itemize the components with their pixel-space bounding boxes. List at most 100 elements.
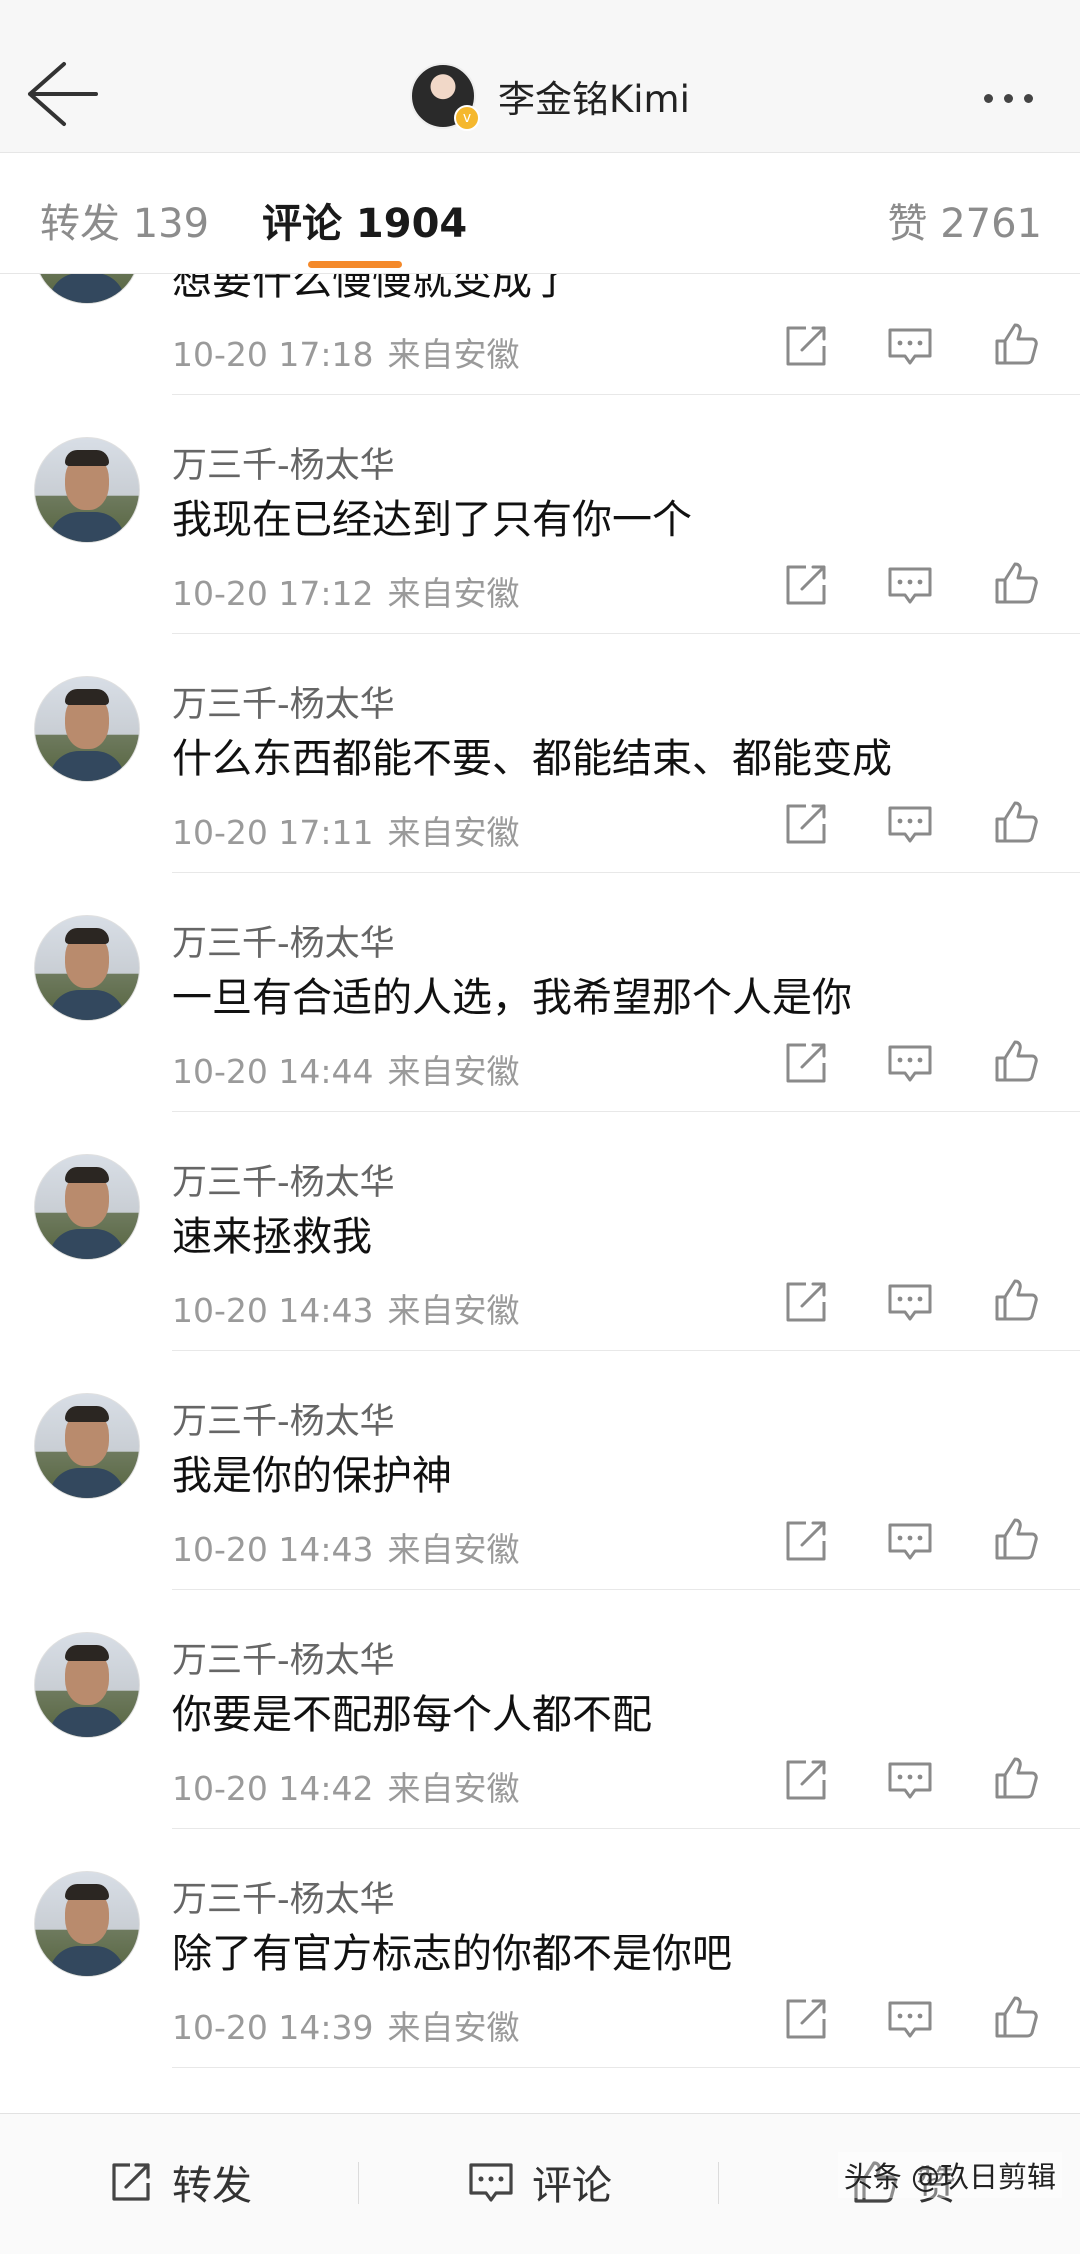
top-nav-bar: v 李金铭Kimi	[0, 0, 1080, 153]
more-dots-icon	[984, 94, 993, 103]
comment-reply-button[interactable]	[886, 1517, 934, 1565]
tab-comments[interactable]: 评论 1904	[262, 191, 467, 249]
comment-source: 来自安徽	[387, 2008, 520, 2047]
commenter-name[interactable]: 万三千-杨太华	[172, 1632, 395, 1683]
comment-text: 除了有官方标志的你都不是你吧	[172, 1931, 732, 1977]
verified-badge: v	[454, 105, 480, 131]
tab-repost[interactable]: 转发 139	[40, 191, 209, 249]
commenter-name[interactable]: 万三千-杨太华	[172, 915, 395, 966]
comment-like-button[interactable]	[992, 1515, 1040, 1563]
commenter-avatar[interactable]	[34, 1154, 140, 1260]
share-icon	[786, 565, 826, 605]
comment-reply-button[interactable]	[886, 322, 934, 370]
avatar-hair	[65, 450, 109, 466]
comment-like-button[interactable]	[992, 798, 1040, 846]
comment-meta: 10-20 14:42 来自安徽	[172, 1762, 519, 1810]
comment-icon	[888, 328, 932, 365]
share-icon	[786, 326, 826, 366]
comment-item[interactable]: 万三千-杨太华我是你的保护神 10-20 14:43 来自安徽	[0, 1351, 1080, 1590]
comment-share-button[interactable]	[782, 1278, 830, 1326]
comment-icon	[888, 1523, 932, 1560]
comment-item[interactable]: 万三千-杨太华 我现在已经达到了只有你一个 10-20 17:12 来自安徽	[0, 395, 1080, 634]
post-author[interactable]: v 李金铭Kimi	[410, 60, 690, 132]
comment-share-button[interactable]	[782, 1756, 830, 1804]
comment-source: 来自安徽	[387, 813, 520, 852]
thumbs-up-icon	[995, 1996, 1038, 2038]
commenter-name[interactable]: 万三千-杨太华	[172, 1871, 395, 1922]
comment-source: 来自安徽	[387, 1530, 520, 1569]
comment-reply-button[interactable]	[886, 1756, 934, 1804]
comment-share-button[interactable]	[782, 1995, 830, 2043]
repost-button[interactable]: 转发	[106, 2152, 252, 2212]
comment-icon	[888, 2001, 932, 2038]
comment-reply-button[interactable]	[886, 800, 934, 848]
comment-text: 速来拯救我	[172, 1214, 372, 1260]
comment-item[interactable]: 想要什么慢慢就变成了 10-20 17:18 来自安徽	[0, 274, 1080, 395]
comment-icon	[888, 1284, 932, 1321]
more-button[interactable]	[984, 88, 1054, 108]
commenter-avatar[interactable]	[34, 915, 140, 1021]
comment-reply-button[interactable]	[886, 1995, 934, 2043]
comment-share-button[interactable]	[782, 322, 830, 370]
comment-reply-button[interactable]	[886, 1278, 934, 1326]
comment-time: 10-20 14:43	[172, 1530, 374, 1569]
arrow-left-icon	[28, 62, 98, 126]
comment-divider	[172, 2067, 1080, 2068]
avatar-shirt	[49, 990, 125, 1020]
commenter-name[interactable]: 万三千-杨太华	[172, 676, 395, 727]
commenter-avatar[interactable]	[34, 676, 140, 782]
commenter-name[interactable]: 万三千-杨太华	[172, 1154, 395, 1205]
author-name[interactable]: 李金铭Kimi	[498, 69, 690, 123]
comment-like-button[interactable]	[992, 559, 1040, 607]
comment-share-button[interactable]	[782, 561, 830, 609]
comment-icon	[888, 806, 932, 843]
comment-source: 来自安徽	[387, 1291, 520, 1330]
comment-item[interactable]: 万三千-杨太华 一旦有合适的人选，我希望那个人是你 10-20 14:44 来自安徽	[0, 873, 1080, 1112]
comment-text: 一旦有合适的人选，我希望那个人是你	[172, 975, 852, 1021]
comment-item[interactable]: 万三千-杨太华除了有官方标志的你都不是你吧 10-20 14:39 来自安徽	[0, 1829, 1080, 2068]
comment-like-button[interactable]	[992, 1037, 1040, 1085]
comment-share-button[interactable]	[782, 1517, 830, 1565]
comment-time: 10-20 14:39	[172, 2008, 374, 2047]
comment-share-button[interactable]	[782, 800, 830, 848]
comment-like-button[interactable]	[992, 1754, 1040, 1802]
comment-reply-button[interactable]	[886, 561, 934, 609]
avatar-shirt	[49, 1946, 125, 1976]
comment-item[interactable]: 万三千-杨太华 速来拯救我 10-20 14:43 来自安徽	[0, 1112, 1080, 1351]
commenter-avatar[interactable]	[34, 1393, 140, 1499]
tab-likes[interactable]: 赞 2761	[887, 191, 1042, 249]
comment-icon	[469, 2163, 513, 2202]
comment-like-button[interactable]	[992, 320, 1040, 368]
commenter-avatar[interactable]	[34, 1871, 140, 1977]
avatar-shirt	[49, 512, 125, 542]
comment-text: 我是你的保护神	[172, 1453, 452, 1499]
comment-item[interactable]: 万三千-杨太华 你要是不配那每个人都不配 10-20 14:42 来自安徽	[0, 1590, 1080, 1829]
active-tab-indicator	[308, 261, 402, 268]
comment-source: 来自安徽	[387, 335, 520, 374]
commenter-avatar[interactable]	[34, 437, 140, 543]
commenter-name[interactable]: 万三千-杨太华	[172, 1393, 395, 1444]
comment-list[interactable]: 想要什么慢慢就变成了 10-20 17:18 来自安徽 万三千-杨太华 我现在已经达到了…	[0, 274, 1080, 2114]
comment-time: 10-20 17:18	[172, 335, 374, 374]
commenter-name[interactable]: 万三千-杨太华	[172, 437, 395, 488]
comment-reply-button[interactable]	[886, 1039, 934, 1087]
avatar-hair	[65, 1645, 109, 1661]
divider	[358, 2162, 359, 2204]
thumbs-up-icon	[995, 323, 1038, 365]
comment-like-button[interactable]	[992, 1276, 1040, 1324]
avatar-hair	[65, 928, 109, 944]
thumbs-up-icon	[995, 562, 1038, 604]
comment-like-button[interactable]	[992, 1993, 1040, 2041]
comment-item[interactable]: 万三千-杨太华 什么东西都能不要、都能结束、都能变成 10-20 17:11 来自安徽	[0, 634, 1080, 873]
avatar-shirt	[49, 751, 125, 781]
watermark: 头条 @玖日剪辑	[837, 2152, 1062, 2198]
share-icon	[786, 804, 826, 844]
comment-button[interactable]: 评论	[466, 2152, 612, 2212]
commenter-avatar[interactable]	[34, 274, 140, 304]
commenter-avatar[interactable]	[34, 1632, 140, 1738]
back-button[interactable]	[22, 56, 100, 134]
avatar-hair	[65, 689, 109, 705]
comment-share-button[interactable]	[782, 1039, 830, 1087]
share-icon	[786, 1043, 826, 1083]
author-avatar[interactable]: v	[410, 63, 480, 131]
